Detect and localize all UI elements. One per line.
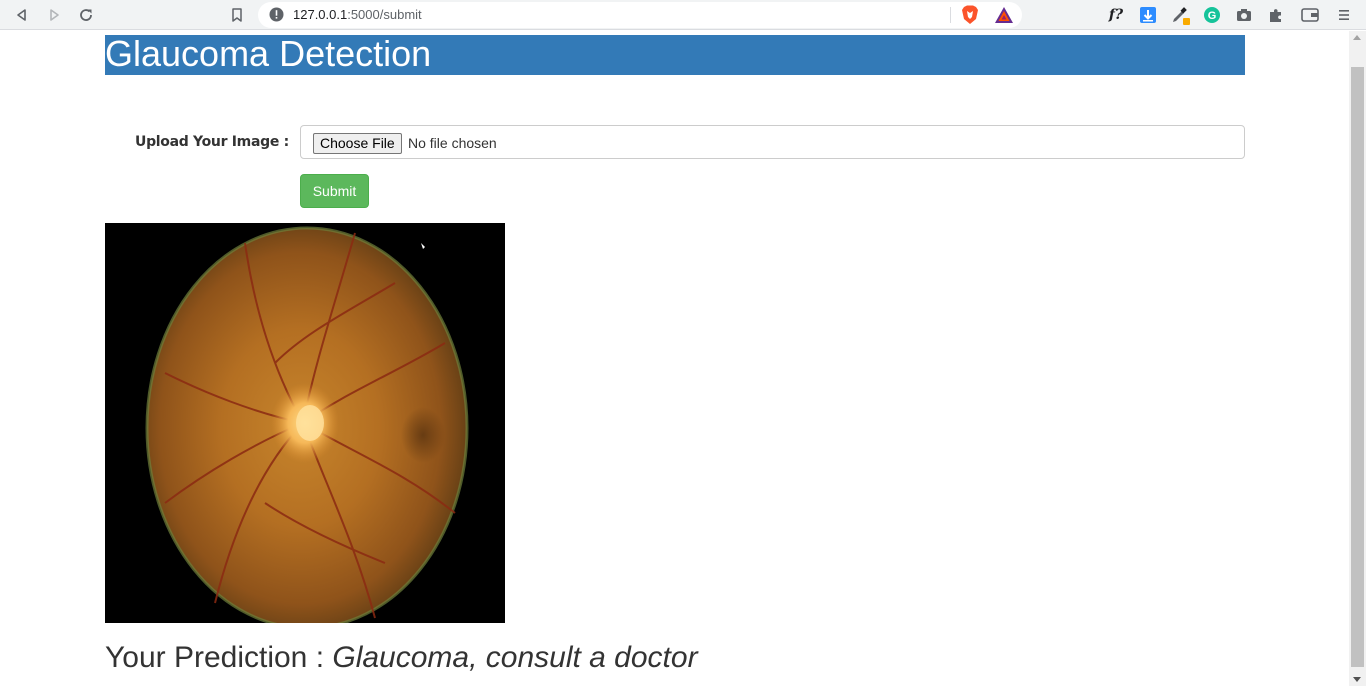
wallet-icon[interactable] <box>1298 3 1322 27</box>
omnibox-divider <box>950 7 951 23</box>
url-path: :5000/submit <box>347 7 422 22</box>
grammarly-icon[interactable]: G <box>1200 3 1224 27</box>
scroll-thumb[interactable] <box>1351 67 1364 667</box>
camera-icon[interactable] <box>1232 3 1256 27</box>
prediction-label: Your Prediction : <box>105 641 325 674</box>
eyedropper-extension-icon[interactable] <box>1168 3 1192 27</box>
scroll-down-arrow-icon[interactable] <box>1353 677 1361 682</box>
prediction-result: Your Prediction : Glaucoma, consult a do… <box>105 641 698 675</box>
page-scrollbar[interactable] <box>1349 31 1366 686</box>
back-icon[interactable] <box>10 3 34 27</box>
download-extension-icon[interactable] <box>1136 3 1160 27</box>
file-status-text: No file chosen <box>408 135 497 151</box>
bookmark-icon[interactable] <box>225 3 249 27</box>
upload-label: Upload Your Image : <box>135 134 289 150</box>
svg-text:G: G <box>1208 10 1217 22</box>
url-text[interactable]: 127.0.0.1:5000/submit <box>293 7 422 22</box>
address-bar[interactable]: 127.0.0.1:5000/submit <box>258 2 1022 28</box>
page-header: Glaucoma Detection <box>105 33 1245 75</box>
prediction-value: Glaucoma, consult a doctor <box>332 641 698 674</box>
submit-button[interactable]: Submit <box>300 174 369 208</box>
url-host: 127.0.0.1 <box>293 7 348 22</box>
bat-rewards-icon[interactable] <box>994 6 1014 29</box>
reload-icon[interactable] <box>74 3 98 27</box>
extensions-puzzle-icon[interactable] <box>1264 3 1288 27</box>
info-icon[interactable] <box>269 7 284 27</box>
page-title: Glaucoma Detection <box>105 33 432 74</box>
file-upload-input[interactable]: Choose File No file chosen <box>300 125 1245 159</box>
forward-icon[interactable] <box>42 3 66 27</box>
font-extension-icon[interactable]: f? <box>1104 3 1128 27</box>
brave-shield-icon[interactable] <box>961 5 979 30</box>
uploaded-fundus-image <box>105 223 505 630</box>
choose-file-button[interactable]: Choose File <box>313 133 402 154</box>
menu-icon[interactable] <box>1332 3 1356 27</box>
browser-toolbar: 127.0.0.1:5000/submit f? G <box>0 0 1366 30</box>
scroll-up-arrow-icon[interactable] <box>1353 35 1361 40</box>
